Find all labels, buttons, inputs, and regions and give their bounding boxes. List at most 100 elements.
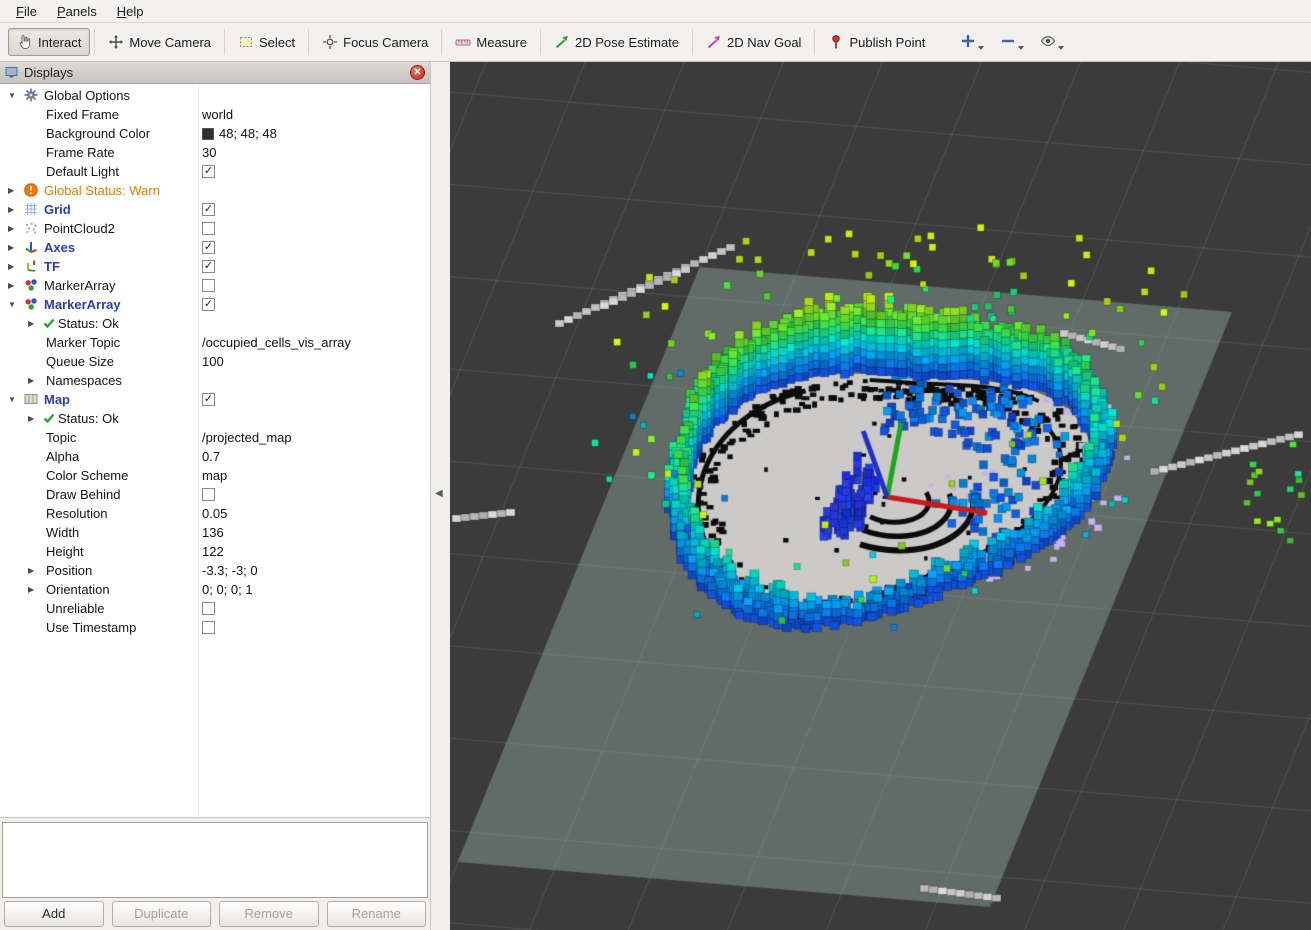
ok-icon — [42, 411, 56, 425]
display-row[interactable]: ▶Status: Ok — [0, 314, 430, 333]
display-row[interactable]: Use Timestamp — [0, 618, 430, 637]
display-row[interactable]: ▶Status: Ok — [0, 409, 430, 428]
expand-arrow-icon[interactable]: ▶ — [28, 414, 34, 423]
dropdown-caret-icon[interactable] — [1058, 46, 1064, 50]
close-panel-button[interactable]: ✕ — [410, 65, 425, 80]
checkbox[interactable]: ✓ — [202, 203, 215, 216]
property-value[interactable]: /occupied_cells_vis_array — [202, 335, 351, 350]
property-value[interactable]: 48; 48; 48 — [202, 126, 277, 141]
collapse-arrow-icon[interactable]: ▼ — [8, 300, 16, 309]
property-value[interactable]: 100 — [202, 354, 224, 369]
tool-label: Publish Point — [849, 35, 925, 50]
tool-select[interactable]: Select — [229, 28, 304, 56]
display-row[interactable]: Alpha0.7 — [0, 447, 430, 466]
menu-help[interactable]: Help — [107, 2, 154, 21]
checkbox[interactable]: ✓ — [202, 165, 215, 178]
panel-splitter[interactable]: ◀ — [431, 62, 450, 930]
expand-arrow-icon[interactable]: ▶ — [28, 376, 34, 385]
display-row[interactable]: ▶MarkerArray — [0, 276, 430, 295]
expand-arrow-icon[interactable]: ▶ — [8, 243, 14, 252]
property-value[interactable]: 0; 0; 0; 1 — [202, 582, 253, 597]
property-value[interactable]: 136 — [202, 525, 224, 540]
menu-panels[interactable]: Panels — [47, 2, 107, 21]
property-value[interactable]: 122 — [202, 544, 224, 559]
property-label: Resolution — [46, 506, 107, 521]
checkbox[interactable]: ✓ — [202, 241, 215, 254]
expand-arrow-icon[interactable]: ▶ — [28, 566, 34, 575]
collapse-handle-icon[interactable]: ◀ — [435, 488, 443, 499]
dropdown-caret-icon[interactable] — [978, 46, 984, 50]
tool-focus-camera[interactable]: Focus Camera — [313, 28, 437, 56]
display-row[interactable]: ▼MarkerArray✓ — [0, 295, 430, 314]
display-row[interactable]: ▼ Global Options — [0, 86, 430, 105]
property-value[interactable]: 30 — [202, 145, 216, 160]
display-row[interactable]: Unreliable — [0, 599, 430, 618]
remove-button[interactable]: Remove — [219, 901, 319, 927]
display-row[interactable]: Marker Topic/occupied_cells_vis_array — [0, 333, 430, 352]
display-row[interactable]: Frame Rate30 — [0, 143, 430, 162]
tool-publish-point[interactable]: Publish Point — [819, 28, 934, 56]
display-row[interactable]: ▶TF✓ — [0, 257, 430, 276]
property-value[interactable]: 0.05 — [202, 506, 227, 521]
display-row[interactable]: Color Schememap — [0, 466, 430, 485]
tool-nav-goal[interactable]: 2D Nav Goal — [697, 28, 810, 56]
tool-move-camera[interactable]: Move Camera — [99, 28, 220, 56]
rename-button[interactable]: Rename — [327, 901, 427, 927]
display-row[interactable]: Background Color48; 48; 48 — [0, 124, 430, 143]
display-row[interactable]: ▶Grid✓ — [0, 200, 430, 219]
display-row[interactable]: ▼Map✓ — [0, 390, 430, 409]
add-tool-button[interactable] — [960, 33, 984, 52]
checkbox[interactable] — [202, 621, 215, 634]
checkbox[interactable] — [202, 488, 215, 501]
checkbox[interactable] — [202, 222, 215, 235]
expand-arrow-icon[interactable]: ▶ — [8, 186, 14, 195]
tool-interact[interactable]: Interact — [8, 28, 90, 56]
property-value[interactable]: /projected_map — [202, 430, 292, 445]
expand-arrow-icon[interactable]: ▶ — [8, 205, 14, 214]
displays-panel-header[interactable]: Displays ✕ — [0, 62, 430, 84]
remove-tool-button[interactable] — [1000, 33, 1024, 52]
property-value[interactable]: -3.3; -3; 0 — [202, 563, 258, 578]
checkbox[interactable]: ✓ — [202, 393, 215, 406]
measure-icon — [455, 34, 471, 50]
add-button[interactable]: Add — [4, 901, 104, 927]
checkbox[interactable] — [202, 279, 215, 292]
tool-visibility-button[interactable] — [1040, 33, 1064, 52]
menu-file[interactable]: File — [6, 2, 47, 21]
collapse-arrow-icon[interactable]: ▼ — [8, 395, 16, 404]
checkbox[interactable] — [202, 602, 215, 615]
display-row[interactable]: Height122 — [0, 542, 430, 561]
tool-pose-estimate[interactable]: 2D Pose Estimate — [545, 28, 688, 56]
expand-arrow-icon[interactable]: ▶ — [8, 224, 14, 233]
display-row[interactable]: ▶Axes✓ — [0, 238, 430, 257]
color-swatch — [202, 128, 214, 140]
display-row[interactable]: Fixed Frameworld — [0, 105, 430, 124]
expand-arrow-icon[interactable]: ▶ — [8, 262, 14, 271]
display-row[interactable]: Resolution 0.05 — [0, 504, 430, 523]
duplicate-button[interactable]: Duplicate — [112, 901, 212, 927]
display-row[interactable]: Queue Size100 — [0, 352, 430, 371]
display-row[interactable]: ▶Position-3.3; -3; 0 — [0, 561, 430, 580]
checkbox[interactable]: ✓ — [202, 298, 215, 311]
3d-viewport-canvas[interactable] — [450, 62, 1311, 930]
tool-measure[interactable]: Measure — [446, 28, 536, 56]
display-row[interactable]: ▶Global Status: Warn — [0, 181, 430, 200]
property-value[interactable]: world — [202, 107, 233, 122]
grid-icon — [24, 202, 38, 216]
checkbox[interactable]: ✓ — [202, 260, 215, 273]
display-row[interactable]: Default Light✓ — [0, 162, 430, 181]
display-row[interactable]: ▶Namespaces — [0, 371, 430, 390]
display-row[interactable]: Draw Behind — [0, 485, 430, 504]
property-value[interactable]: map — [202, 468, 227, 483]
expand-arrow-icon[interactable]: ▶ — [28, 585, 34, 594]
display-row[interactable]: ▶PointCloud2 — [0, 219, 430, 238]
property-label: Global Options — [44, 88, 130, 103]
collapse-arrow-icon[interactable]: ▼ — [8, 91, 16, 100]
display-row[interactable]: ▶Orientation0; 0; 0; 1 — [0, 580, 430, 599]
expand-arrow-icon[interactable]: ▶ — [28, 319, 34, 328]
expand-arrow-icon[interactable]: ▶ — [8, 281, 14, 290]
display-row[interactable]: Width136 — [0, 523, 430, 542]
property-value[interactable]: 0.7 — [202, 449, 220, 464]
dropdown-caret-icon[interactable] — [1018, 46, 1024, 50]
display-row[interactable]: Topic/projected_map — [0, 428, 430, 447]
